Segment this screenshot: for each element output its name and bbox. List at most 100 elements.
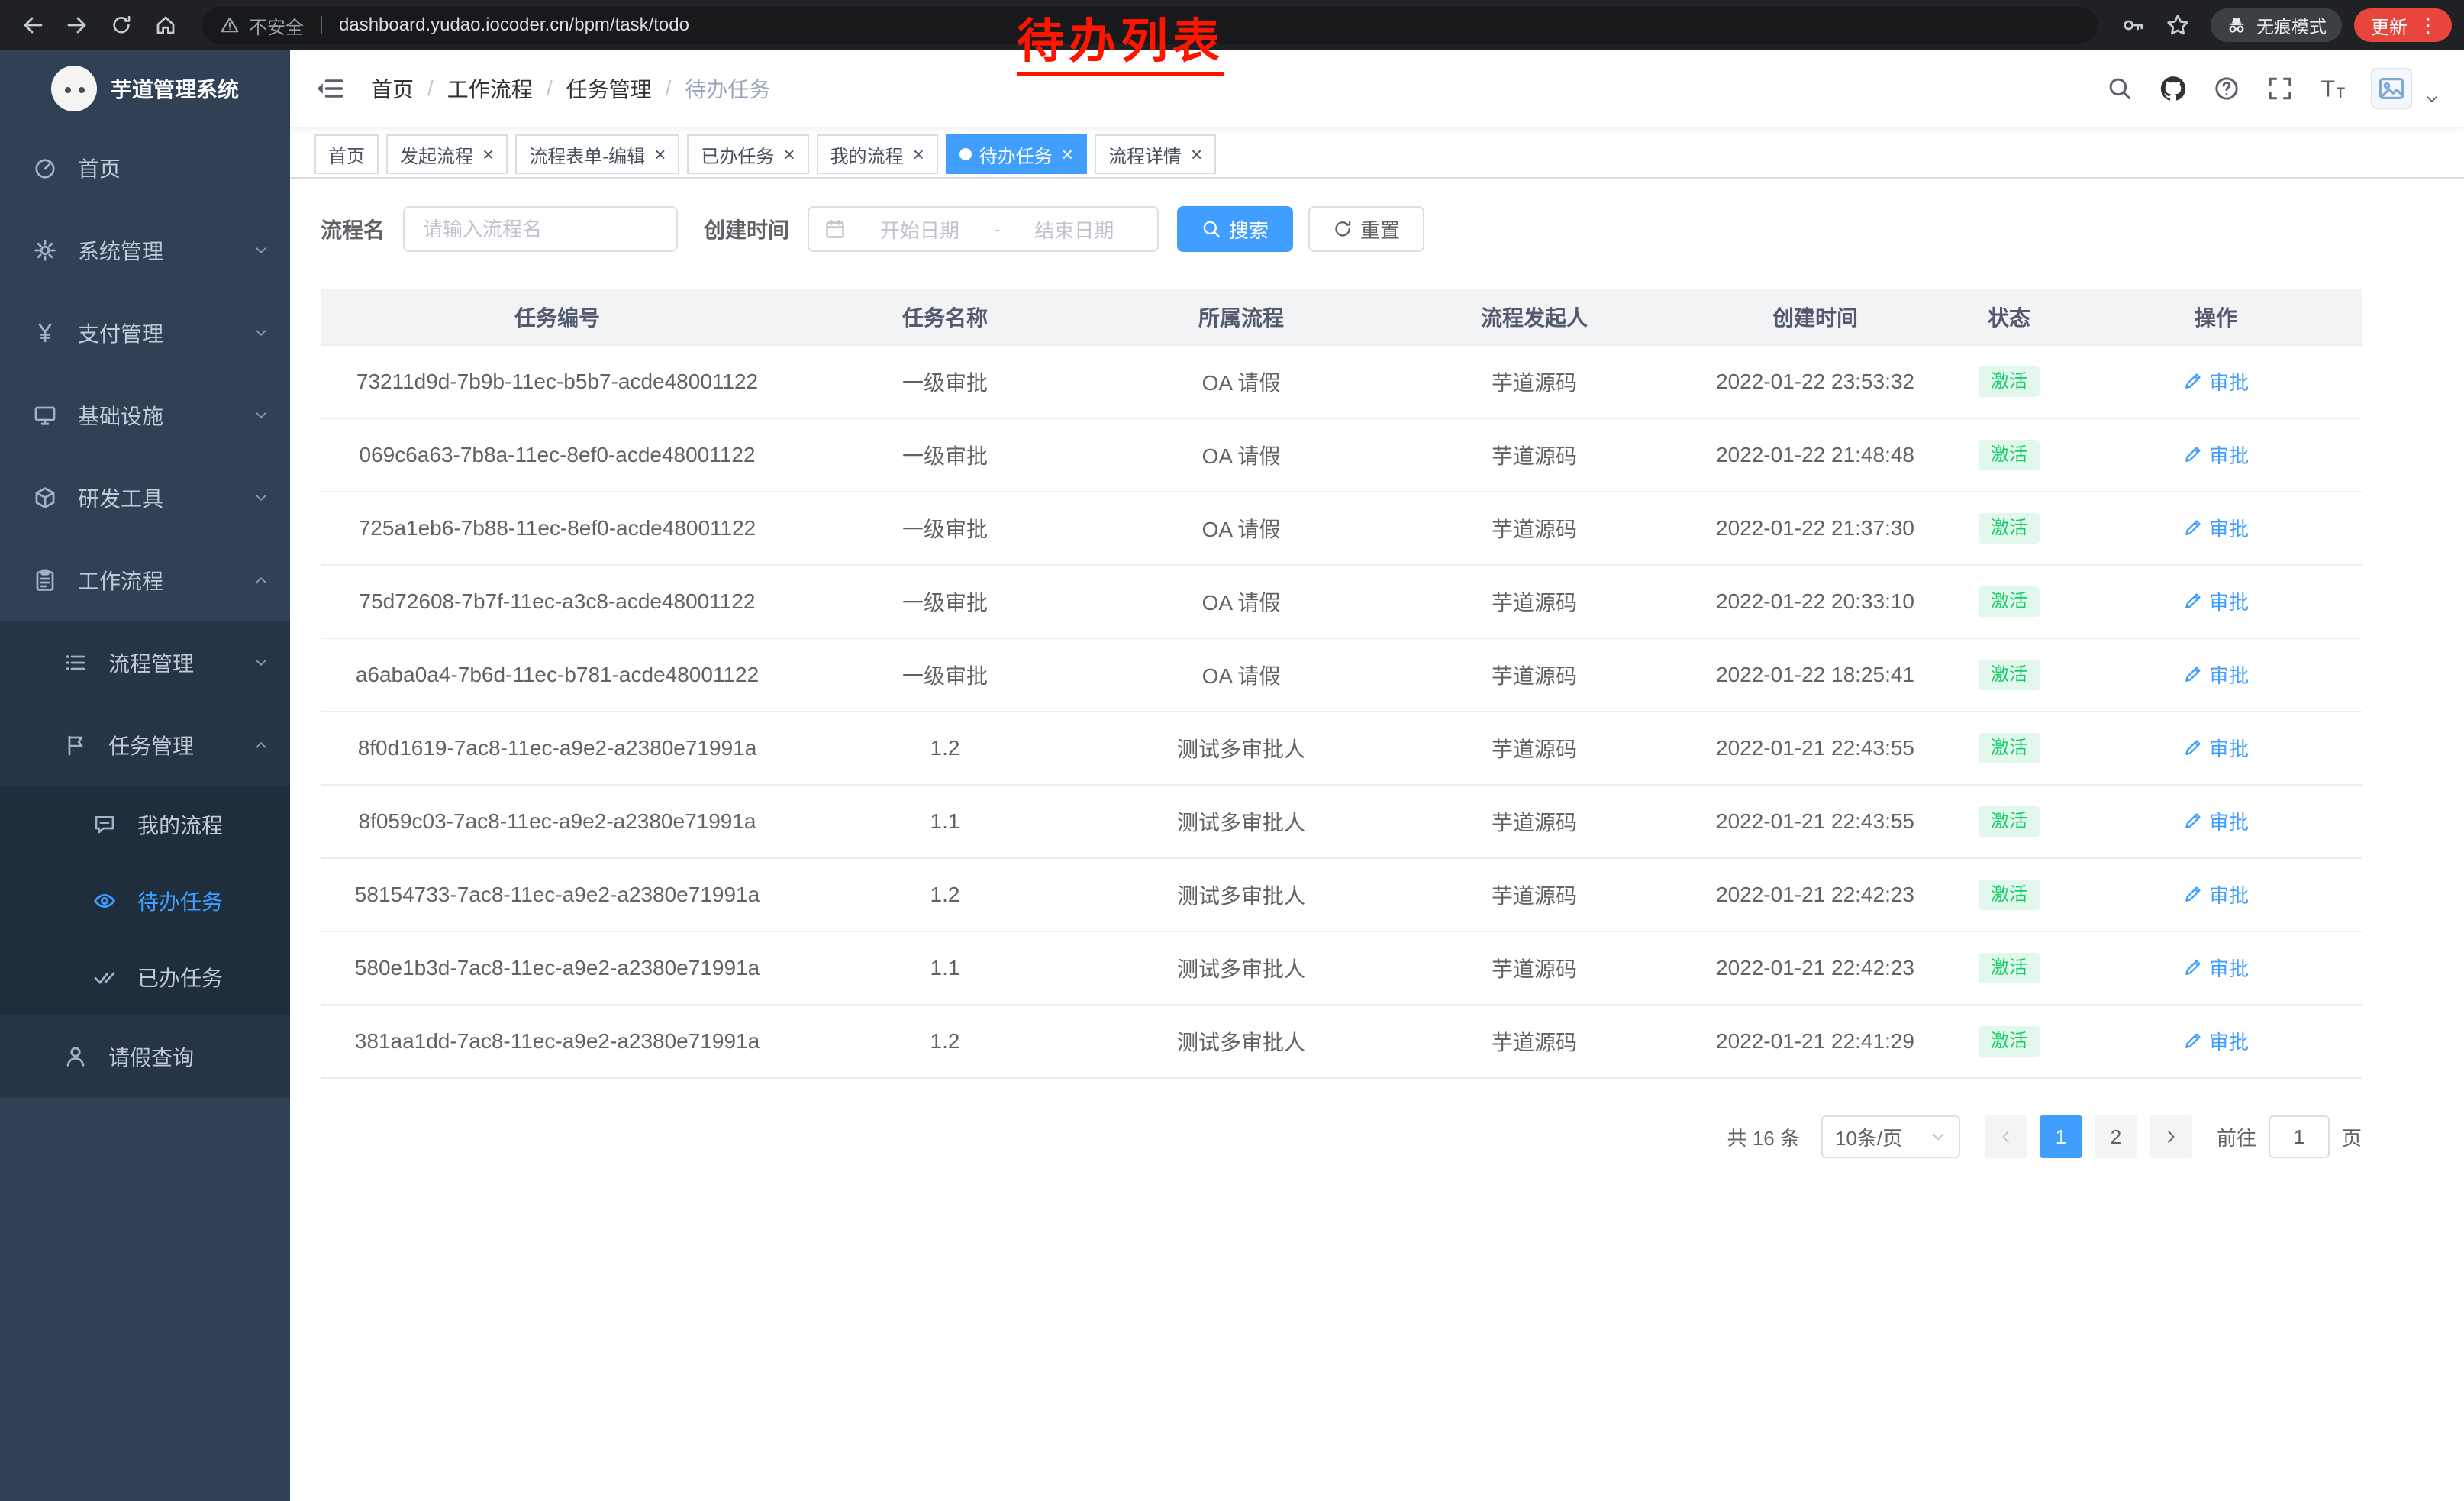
process-name-input[interactable]: [403, 206, 678, 252]
tab-close-icon[interactable]: ×: [913, 144, 924, 164]
tab-close-icon[interactable]: ×: [1062, 144, 1073, 164]
tab-todo-tasks[interactable]: 待办任务×: [946, 134, 1087, 174]
breadcrumb-current: 待办任务: [685, 73, 770, 104]
cell-initiator: 芋道源码: [1386, 785, 1682, 858]
status-badge: 激活: [1979, 1026, 2040, 1057]
sidebar-item-process-manage[interactable]: 流程管理: [0, 621, 290, 704]
cell-task-name: 一级审批: [794, 492, 1096, 565]
date-range-picker[interactable]: 开始日期 - 结束日期: [808, 206, 1159, 252]
cell-created-time: 2022-01-21 22:43:55: [1682, 712, 1948, 785]
sidebar-item-done-task[interactable]: 已办任务: [0, 939, 290, 1015]
sidebar-item-label: 请假查询: [108, 1041, 194, 1072]
tab-close-icon[interactable]: ×: [654, 144, 666, 164]
avatar[interactable]: [2371, 68, 2412, 109]
tab-label: 发起流程: [400, 141, 473, 168]
sidebar-menu: 首页系统管理支付管理基础设施研发工具工作流程流程管理任务管理我的流程待办任务已办…: [0, 127, 290, 1098]
back-button[interactable]: [12, 5, 53, 46]
tab-close-icon[interactable]: ×: [482, 144, 494, 164]
approve-link[interactable]: 审批: [2183, 441, 2249, 469]
table-row: 725a1eb6-7b88-11ec-8ef0-acde48001122一级审批…: [321, 492, 2362, 565]
approve-link[interactable]: 审批: [2183, 514, 2249, 542]
edit-icon: [2183, 738, 2203, 757]
page-size-select[interactable]: 10条/页: [1821, 1115, 1960, 1158]
sidebar-item-task-manage[interactable]: 任务管理: [0, 704, 290, 786]
breadcrumb-workflow[interactable]: 工作流程: [447, 73, 533, 104]
avatar-chevron-down-icon[interactable]: [2424, 92, 2440, 107]
leave-query-icon: [63, 1044, 89, 1070]
cell-task-id: 725a1eb6-7b88-11ec-8ef0-acde48001122: [321, 492, 794, 565]
sidebar-item-home[interactable]: 首页: [0, 127, 290, 209]
app-logo[interactable]: 芋道管理系统: [0, 50, 290, 127]
tab-process-detail[interactable]: 流程详情×: [1095, 134, 1216, 174]
github-icon[interactable]: [2151, 66, 2195, 111]
cell-initiator: 芋道源码: [1386, 418, 1682, 492]
sidebar-collapse-button[interactable]: [314, 72, 348, 105]
breadcrumb-task-manage[interactable]: 任务管理: [566, 73, 652, 104]
cell-task-name: 1.2: [794, 712, 1096, 785]
help-icon[interactable]: [2204, 66, 2249, 111]
approve-link[interactable]: 审批: [2183, 660, 2249, 689]
reload-button[interactable]: [101, 5, 142, 46]
table-row: 580e1b3d-7ac8-11ec-a9e2-a2380e71991a1.1测…: [321, 931, 2362, 1005]
fullscreen-icon[interactable]: [2258, 66, 2302, 111]
approve-link[interactable]: 审批: [2183, 367, 2249, 395]
system-icon: [32, 237, 58, 263]
search-button[interactable]: 搜索: [1177, 206, 1293, 252]
password-key-icon[interactable]: [2113, 5, 2154, 46]
cell-initiator: 芋道源码: [1386, 345, 1682, 418]
dashboard-icon: [32, 155, 58, 181]
cell-created-time: 2022-01-22 21:48:48: [1682, 418, 1948, 492]
update-button[interactable]: 更新 ⋮: [2354, 8, 2452, 42]
cell-task-id: 75d72608-7b7f-11ec-a3c8-acde48001122: [321, 565, 794, 638]
approve-link[interactable]: 审批: [2183, 587, 2249, 615]
reset-button[interactable]: 重置: [1308, 206, 1424, 252]
approve-link[interactable]: 审批: [2183, 954, 2249, 982]
font-size-icon[interactable]: TT: [2311, 66, 2356, 111]
prev-page-button[interactable]: [1985, 1115, 2027, 1158]
table-row: 58154733-7ac8-11ec-a9e2-a2380e71991a1.2测…: [321, 858, 2362, 931]
search-icon[interactable]: [2098, 66, 2142, 111]
sidebar-item-my-process[interactable]: 我的流程: [0, 786, 290, 863]
tab-start-process[interactable]: 发起流程 ×: [386, 134, 508, 174]
start-date-placeholder: 开始日期: [852, 215, 988, 244]
approve-link[interactable]: 审批: [2183, 734, 2249, 762]
goto-page-input[interactable]: [2269, 1115, 2330, 1158]
next-page-button[interactable]: [2150, 1115, 2192, 1158]
cell-task-name: 1.1: [794, 931, 1096, 1005]
cell-initiator: 芋道源码: [1386, 858, 1682, 931]
sidebar-item-label: 系统管理: [78, 235, 163, 266]
sidebar-item-payment[interactable]: 支付管理: [0, 292, 290, 374]
svg-text:T: T: [2337, 86, 2346, 102]
sidebar-item-infrastructure[interactable]: 基础设施: [0, 374, 290, 457]
chevron-down-icon: [253, 655, 269, 670]
page-button-2[interactable]: 2: [2095, 1115, 2137, 1158]
tab-close-icon[interactable]: ×: [1191, 144, 1202, 164]
page-button-1[interactable]: 1: [2040, 1115, 2082, 1158]
sidebar-item-workflow[interactable]: 工作流程: [0, 539, 290, 621]
forward-button[interactable]: [56, 5, 98, 46]
tab-label: 首页: [328, 141, 365, 168]
edit-icon: [2183, 444, 2203, 464]
sidebar-item-todo-task[interactable]: 待办任务: [0, 863, 290, 939]
tab-form-edit[interactable]: 流程表单-编辑×: [515, 134, 679, 174]
approve-link[interactable]: 审批: [2183, 1027, 2249, 1055]
table-row: 8f059c03-7ac8-11ec-a9e2-a2380e71991a1.1测…: [321, 785, 2362, 858]
tab-my-process[interactable]: 我的流程×: [817, 134, 938, 174]
tab-done-tasks[interactable]: 已办任务×: [687, 134, 808, 174]
sidebar-item-system[interactable]: 系统管理: [0, 209, 290, 292]
infrastructure-icon: [32, 402, 58, 428]
approve-link[interactable]: 审批: [2183, 880, 2249, 909]
sidebar-item-leave-query[interactable]: 请假查询: [0, 1015, 290, 1098]
tab-home[interactable]: 首页: [314, 134, 379, 174]
cell-created-time: 2022-01-22 21:37:30: [1682, 492, 1948, 565]
menu-dots-icon[interactable]: ⋮: [2418, 14, 2438, 37]
breadcrumb-home[interactable]: 首页: [371, 73, 414, 104]
bookmark-star-icon[interactable]: [2157, 5, 2198, 46]
cell-created-time: 2022-01-21 22:41:29: [1682, 1005, 1948, 1078]
approve-link[interactable]: 审批: [2183, 807, 2249, 835]
chevron-down-icon: [253, 243, 269, 258]
tab-close-icon[interactable]: ×: [783, 144, 795, 164]
home-button[interactable]: [145, 5, 186, 46]
table-row: 381aa1dd-7ac8-11ec-a9e2-a2380e71991a1.2测…: [321, 1005, 2362, 1078]
sidebar-item-devtools[interactable]: 研发工具: [0, 457, 290, 539]
